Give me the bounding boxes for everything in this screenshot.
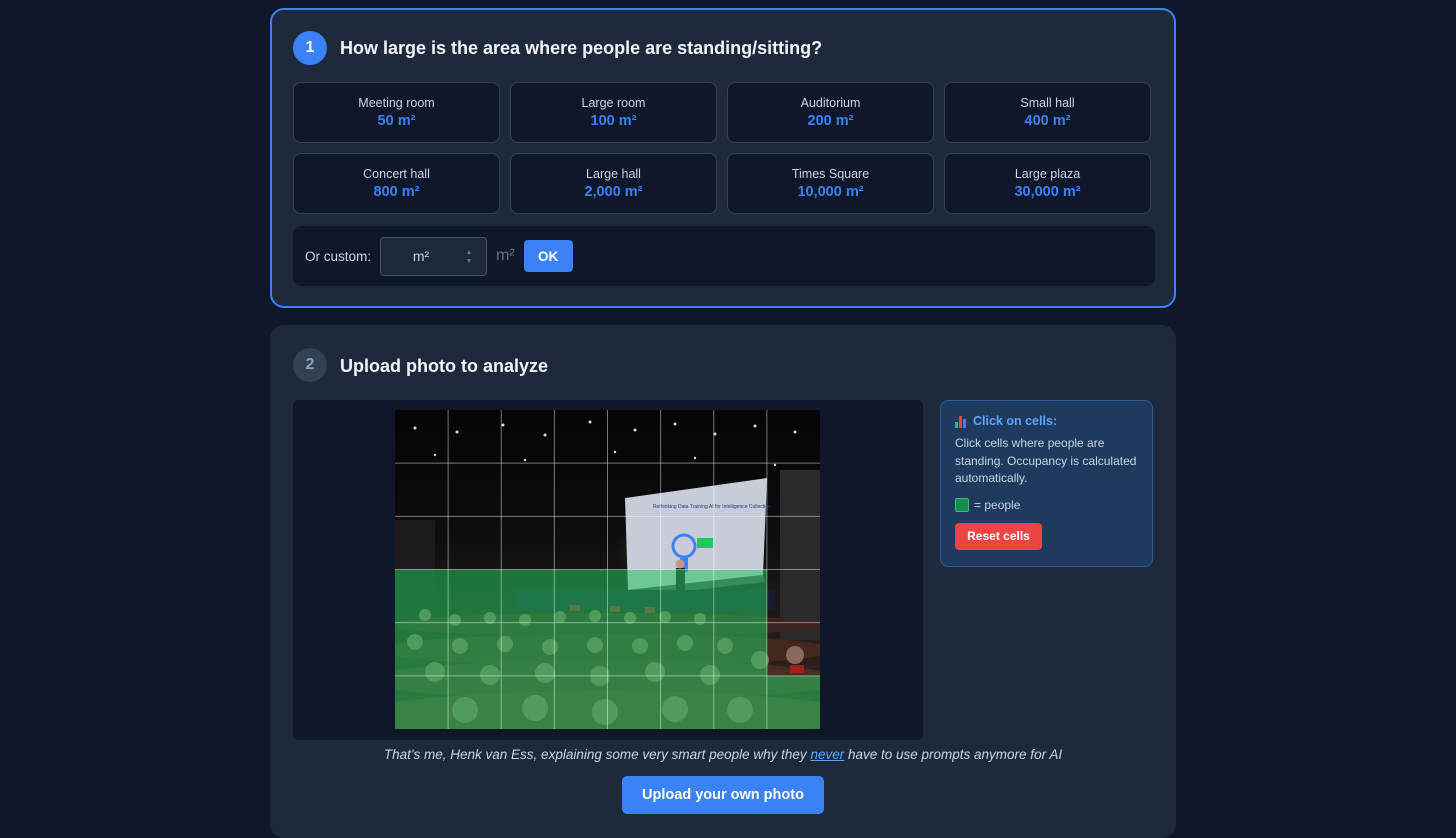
preset-value: 30,000 m² [1014, 184, 1081, 200]
preset-value: 800 m² [373, 184, 420, 200]
reset-cells-button[interactable]: Reset cells [955, 522, 1042, 550]
people-legend: = people [955, 497, 1138, 512]
people-cell[interactable] [554, 622, 608, 676]
people-cell[interactable] [607, 675, 661, 729]
legend-label: = people [974, 497, 1021, 512]
photo-container: Rethinking Data Training AI for Intellig… [293, 400, 923, 740]
cell-instructions-panel: Click on cells: Click cells where people… [940, 400, 1153, 567]
custom-area-ok-button[interactable]: OK [523, 240, 573, 272]
bar-chart-icon [955, 415, 968, 428]
people-swatch [955, 497, 969, 512]
preset-name: Auditorium [800, 96, 861, 110]
people-cell[interactable] [660, 675, 714, 729]
people-cell[interactable] [395, 622, 449, 676]
people-cell[interactable] [607, 569, 661, 623]
preset-value: 10,000 m² [797, 184, 864, 200]
custom-area-row: Or custom: ▲ ▼ m² OK [293, 226, 1155, 286]
people-cell[interactable] [501, 675, 555, 729]
preset-auditorium[interactable]: Auditorium 200 m² [727, 82, 934, 143]
preset-name: Small hall [1020, 96, 1075, 110]
preset-large-plaza[interactable]: Large plaza 30,000 m² [944, 153, 1151, 214]
people-cell[interactable] [554, 675, 608, 729]
preset-meeting-room[interactable]: Meeting room 50 m² [293, 82, 500, 143]
people-cell[interactable] [607, 622, 661, 676]
caption-text-end: have to use prompts anymore for AI [844, 747, 1063, 762]
people-cell[interactable] [660, 622, 714, 676]
people-cell[interactable] [501, 622, 555, 676]
preset-value: 200 m² [807, 113, 854, 129]
preset-name: Concert hall [363, 167, 430, 181]
slide-title: Rethinking Data Training AI for Intellig… [653, 504, 771, 510]
stepper-down-icon[interactable]: ▼ [466, 258, 473, 265]
people-cell[interactable] [713, 622, 767, 676]
instructions-title: Click on cells: [955, 414, 1138, 428]
preset-small-hall[interactable]: Small hall 400 m² [944, 82, 1151, 143]
people-cell[interactable] [766, 675, 820, 729]
stepper-up-icon[interactable]: ▲ [466, 249, 473, 256]
instructions-title-text: Click on cells: [973, 414, 1058, 428]
ceiling-lights [413, 420, 797, 467]
preset-value: 400 m² [1024, 113, 1071, 129]
area-size-card: 1 How large is the area where people are… [270, 8, 1176, 308]
slide-graphic [697, 538, 713, 548]
preset-concert-hall[interactable]: Concert hall 800 m² [293, 153, 500, 214]
people-cell[interactable] [713, 675, 767, 729]
preset-value: 2,000 m² [584, 184, 643, 200]
preset-name: Times Square [791, 167, 870, 181]
people-cell[interactable] [448, 622, 502, 676]
people-cell[interactable] [448, 569, 502, 623]
preset-name: Large hall [586, 167, 641, 181]
area-presets: Meeting room 50 m² Large room 100 m² Aud… [293, 82, 1155, 214]
caption-link-never[interactable]: never [810, 747, 844, 762]
people-cell[interactable] [713, 569, 767, 623]
people-cell[interactable] [660, 569, 714, 623]
photo-caption: That's me, Henk van Ess, explaining some… [270, 747, 1176, 762]
people-cell[interactable] [395, 675, 449, 729]
step-number-1: 1 [293, 31, 327, 65]
preset-name: Large room [581, 96, 646, 110]
step-number-2: 2 [293, 348, 327, 382]
people-cell[interactable] [554, 569, 608, 623]
people-cell[interactable] [501, 569, 555, 623]
people-cell[interactable] [395, 569, 449, 623]
preset-large-hall[interactable]: Large hall 2,000 m² [510, 153, 717, 214]
preset-times-square[interactable]: Times Square 10,000 m² [727, 153, 934, 214]
instructions-text: Click cells where people are standing. O… [955, 436, 1137, 485]
preset-value: 100 m² [590, 113, 637, 129]
step-2-title: Upload photo to analyze [340, 356, 549, 376]
photo-upload-card: 2 Upload photo to analyze Rethinking Dat… [270, 325, 1176, 838]
speaker-head [675, 559, 685, 569]
wall-panel [780, 470, 820, 640]
crowd-photo: Rethinking Data Training AI for Intellig… [395, 410, 820, 729]
preset-name: Meeting room [358, 96, 435, 110]
photo-scene: Rethinking Data Training AI for Intellig… [395, 410, 820, 729]
step-1-title: How large is the area where people are s… [340, 38, 823, 58]
number-stepper[interactable]: ▲ ▼ [464, 249, 474, 265]
custom-area-unit: m² [496, 247, 515, 264]
custom-area-input-wrapper: ▲ ▼ [380, 236, 488, 276]
custom-area-input[interactable] [381, 237, 462, 275]
custom-area-label: Or custom: [305, 248, 372, 264]
preset-name: Large plaza [1014, 167, 1081, 181]
preset-large-room[interactable]: Large room 100 m² [510, 82, 717, 143]
people-cell[interactable] [448, 675, 502, 729]
caption-text-start: That's me, Henk van Ess, explaining some… [383, 747, 811, 762]
preset-value: 50 m² [377, 113, 416, 129]
upload-photo-button[interactable]: Upload your own photo [622, 776, 824, 814]
